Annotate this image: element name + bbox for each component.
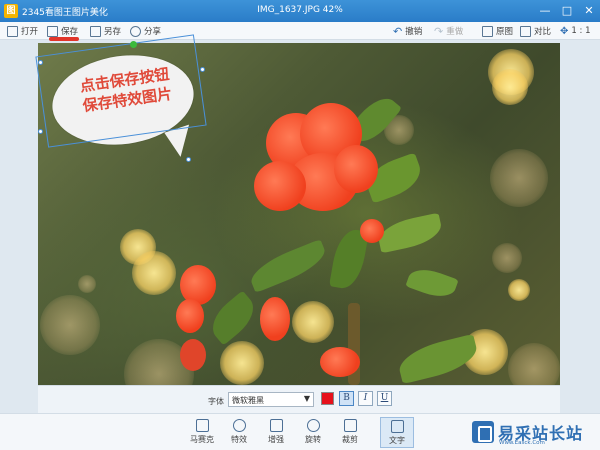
share-label: 分享 (144, 27, 162, 37)
redo-icon: ↷ (434, 24, 444, 38)
chevron-down-icon: ▼ (303, 394, 310, 403)
folder-icon (7, 25, 18, 37)
undo-button[interactable]: ↶ 撤销 (393, 24, 422, 38)
italic-button[interactable]: I (358, 391, 373, 406)
actual-size-button[interactable]: ✥ 1 : 1 (560, 24, 590, 38)
mosaic-button[interactable]: 马赛克 (185, 417, 219, 448)
save-as-label: 另存 (104, 27, 122, 37)
undo-label: 撤销 (405, 27, 423, 37)
text-color-swatch[interactable] (321, 392, 334, 405)
save-as-button[interactable]: 另存 (90, 24, 121, 38)
flower-petal (180, 339, 206, 371)
rotate-icon (306, 419, 320, 432)
flower-petal (320, 347, 360, 377)
title-bar: 图 2345看图王图片美化 IMG_1637.JPG 42% — □ ✕ (0, 0, 600, 22)
open-label: 打开 (21, 27, 39, 37)
flower-petal (260, 297, 290, 341)
share-button[interactable]: 分享 (130, 24, 161, 38)
compare-label: 对比 (534, 27, 552, 37)
mosaic-label: 马赛克 (190, 435, 214, 444)
crop-label: 裁剪 (342, 435, 358, 444)
crop-icon (343, 419, 357, 432)
resize-handle-top-left[interactable] (38, 60, 43, 65)
underline-button[interactable]: U (377, 391, 392, 406)
watermark-url: Www.Easck.Com (499, 440, 545, 446)
resize-handle-top-right[interactable] (200, 67, 205, 72)
text-button[interactable]: 文字 (380, 417, 414, 448)
save-as-icon (90, 25, 101, 37)
effects-label: 特效 (231, 435, 247, 444)
undo-icon: ↶ (393, 24, 403, 38)
enhance-label: 增强 (268, 435, 284, 444)
close-button[interactable]: ✕ (578, 0, 600, 22)
rotate-label: 旋转 (305, 435, 321, 444)
enhance-button[interactable]: 增强 (259, 417, 293, 448)
bokeh-light (492, 243, 522, 273)
flower-bud (360, 219, 384, 243)
original-label: 原图 (496, 27, 514, 37)
minimize-button[interactable]: — (534, 0, 556, 22)
save-icon (47, 25, 58, 37)
compare-icon (520, 25, 531, 37)
leaf (405, 263, 459, 303)
flower-petal (334, 145, 378, 193)
effects-icon (232, 419, 246, 432)
watermark-logo-icon (472, 421, 494, 443)
zoom-label: 1 : 1 (571, 26, 591, 36)
compare-button[interactable]: 对比 (520, 24, 551, 38)
redo-label: 重做 (446, 27, 464, 37)
leaf (204, 290, 262, 346)
save-highlight-mark (49, 37, 79, 41)
flower-petal (254, 161, 306, 211)
window-controls: — □ ✕ (534, 0, 600, 22)
bokeh-light (492, 69, 528, 105)
watermark: 易采站长站 Www.Easck.Com (472, 418, 600, 450)
mosaic-icon (195, 419, 209, 432)
bokeh-light (40, 295, 100, 355)
flower-petal (176, 299, 204, 333)
rotate-handle[interactable] (130, 41, 137, 48)
bokeh-light (78, 275, 96, 293)
rotate-button[interactable]: 旋转 (296, 417, 330, 448)
file-title: IMG_1637.JPG 42% (257, 5, 343, 15)
image-icon (482, 25, 493, 37)
font-select-value: 微软雅黑 (232, 396, 264, 405)
save-label: 保存 (61, 27, 79, 37)
zoom-icon: ✥ (560, 25, 569, 37)
font-label: 字体 (208, 397, 224, 406)
original-button[interactable]: 原图 (482, 24, 513, 38)
crop-button[interactable]: 裁剪 (333, 417, 367, 448)
bokeh-light (508, 279, 530, 301)
text-format-bar: 字体 微软雅黑 ▼ B I U (38, 385, 560, 413)
save-button[interactable]: 保存 (47, 24, 78, 38)
leaf (375, 212, 445, 254)
text-label: 文字 (389, 436, 405, 445)
bokeh-light (508, 343, 560, 385)
bokeh-light (292, 301, 334, 343)
bold-button[interactable]: B (339, 391, 354, 406)
resize-handle-bottom-left[interactable] (38, 129, 43, 134)
font-select[interactable]: 微软雅黑 ▼ (228, 392, 314, 407)
bokeh-light (220, 341, 264, 385)
bokeh-light (132, 251, 176, 295)
top-toolbar: 打开 保存 另存 分享 ↶ 撤销 ↷ 重做 原图 对比 ✥ 1 : 1 (0, 22, 600, 40)
redo-button[interactable]: ↷ 重做 (434, 24, 463, 38)
text-icon (390, 420, 404, 433)
share-icon (130, 25, 141, 37)
effects-button[interactable]: 特效 (222, 417, 256, 448)
enhance-icon (269, 419, 283, 432)
maximize-button[interactable]: □ (556, 0, 578, 22)
resize-handle-bottom-right[interactable] (186, 157, 191, 162)
leaf (395, 333, 481, 385)
bokeh-light (490, 149, 548, 207)
leaf (246, 238, 330, 294)
open-button[interactable]: 打开 (7, 24, 38, 38)
